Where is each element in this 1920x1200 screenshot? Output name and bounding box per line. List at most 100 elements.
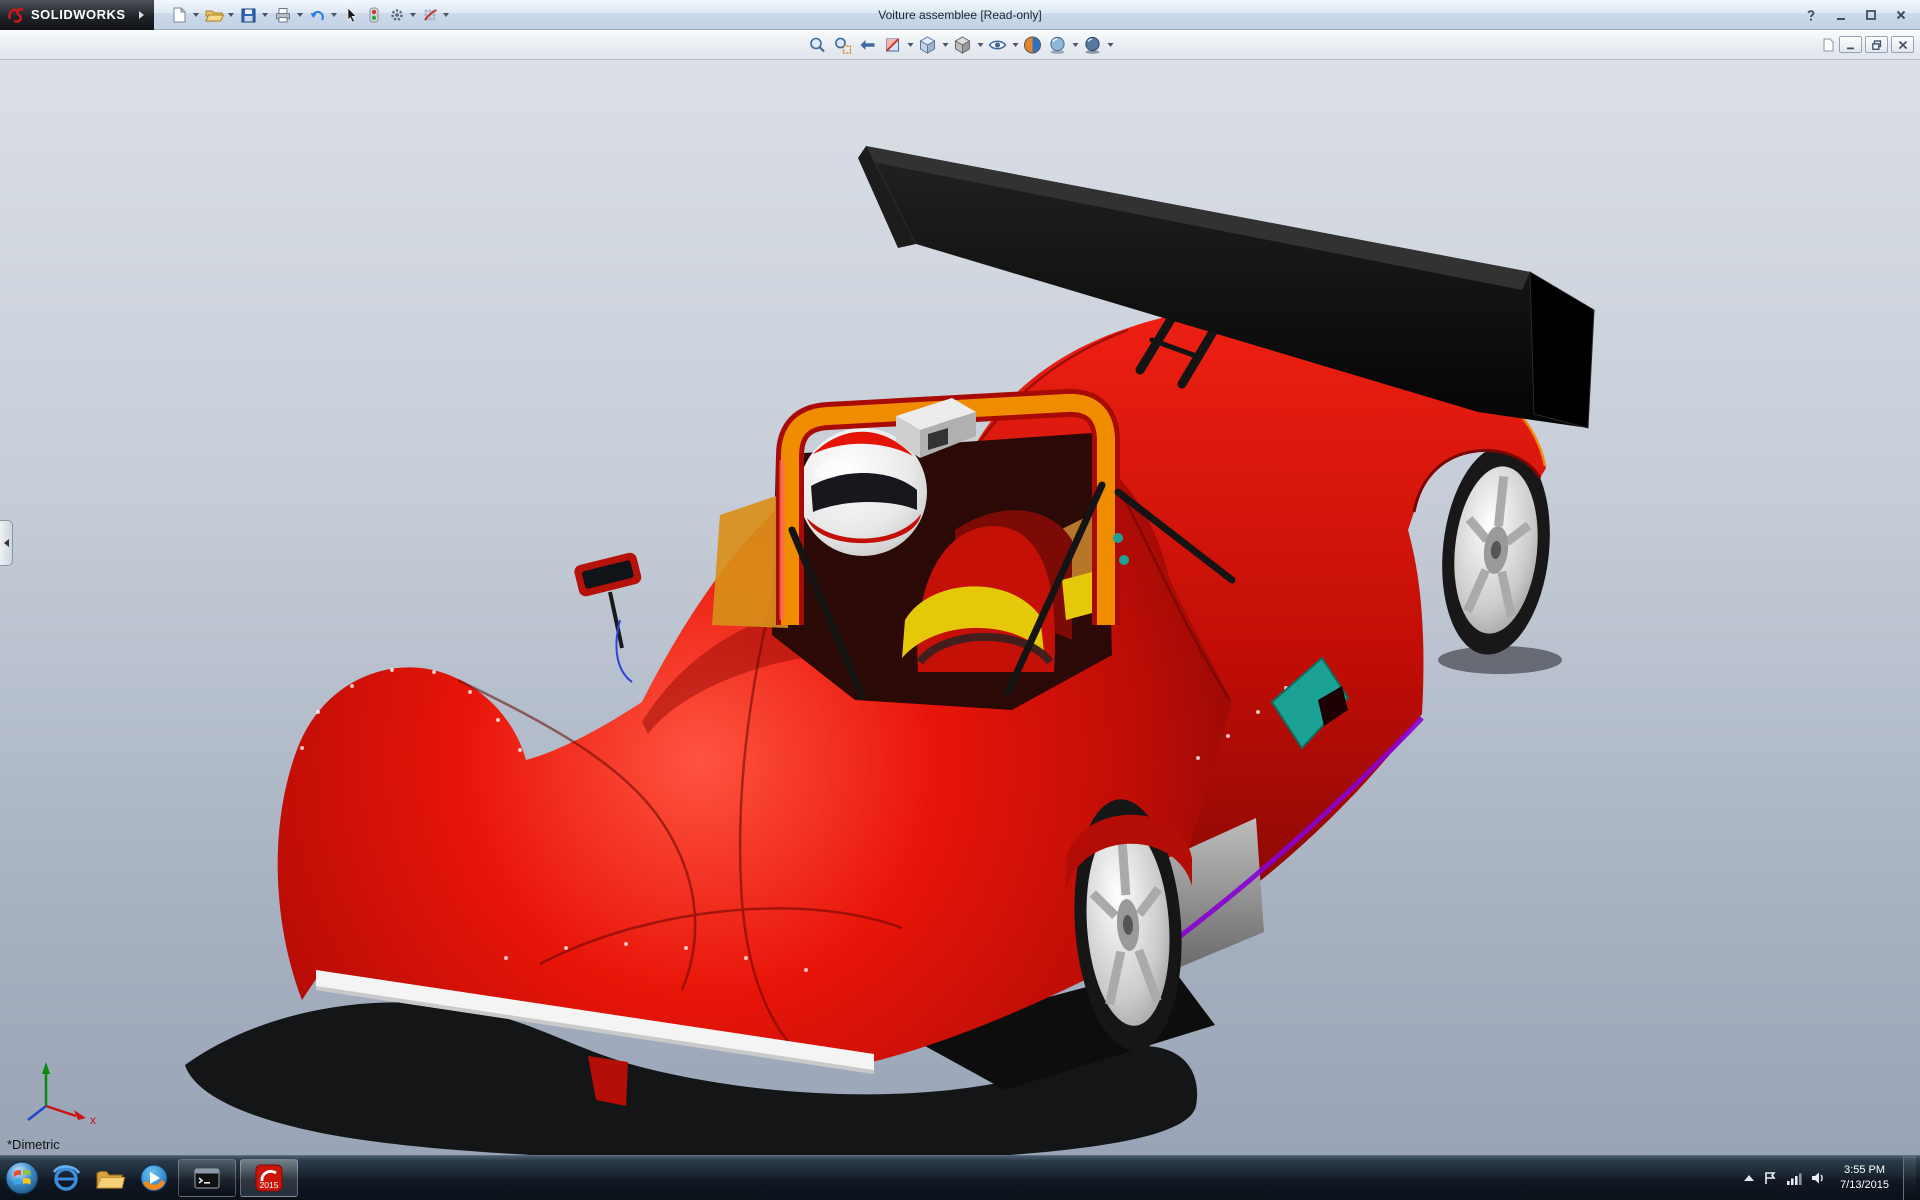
window-title: Voiture assemblee [Read-only] bbox=[878, 8, 1041, 22]
internet-explorer-icon bbox=[50, 1162, 82, 1194]
start-button[interactable] bbox=[0, 1158, 44, 1198]
display-style-button[interactable] bbox=[951, 32, 975, 58]
close-icon bbox=[1894, 8, 1908, 22]
save-dropdown[interactable] bbox=[261, 3, 270, 27]
undo-arrow-icon bbox=[308, 6, 327, 24]
zoom-to-fit-button[interactable] bbox=[806, 32, 830, 58]
new-document-dropdown[interactable] bbox=[192, 3, 201, 27]
taskbar-clock[interactable]: 3:55 PM 7/13/2015 bbox=[1834, 1163, 1895, 1193]
eye-icon bbox=[988, 35, 1008, 55]
view-orientation-button[interactable] bbox=[916, 32, 940, 58]
minimize-button[interactable] bbox=[1828, 5, 1854, 24]
view-orientation-cube-icon bbox=[918, 35, 938, 55]
sketch-grid-icon bbox=[421, 6, 439, 24]
main-toolbar bbox=[168, 3, 451, 27]
sketch-button[interactable] bbox=[419, 3, 441, 27]
new-document-button[interactable] bbox=[168, 3, 191, 27]
minimize-icon bbox=[1834, 8, 1848, 22]
apply-scene-dropdown[interactable] bbox=[1071, 33, 1080, 57]
command-prompt-taskbar-button[interactable] bbox=[178, 1159, 236, 1197]
collapse-arrow-icon bbox=[4, 539, 9, 547]
system-tray: 3:55 PM 7/13/2015 bbox=[1744, 1156, 1920, 1200]
previous-view-button[interactable] bbox=[856, 32, 880, 58]
media-player-icon bbox=[139, 1163, 169, 1193]
document-restore-icon bbox=[1871, 39, 1883, 51]
show-hidden-icons-button[interactable] bbox=[1744, 1175, 1754, 1181]
display-style-cube-icon bbox=[953, 35, 973, 55]
gear-icon bbox=[388, 6, 406, 24]
help-button[interactable] bbox=[1798, 5, 1824, 24]
solidworks-logo-icon bbox=[6, 5, 26, 25]
heads-up-view-toolbar bbox=[806, 32, 1115, 58]
document-restore-button[interactable] bbox=[1865, 36, 1888, 53]
document-window-controls bbox=[1820, 36, 1914, 53]
print-button[interactable] bbox=[271, 3, 295, 27]
document-close-icon bbox=[1897, 39, 1909, 51]
3d-model-scene[interactable]: x bbox=[0, 60, 1920, 1155]
rebuild-traffic-light-icon bbox=[365, 6, 383, 24]
title-bar: SOLIDWORKS bbox=[0, 0, 1920, 30]
rebuild-button[interactable] bbox=[363, 3, 385, 27]
sketch-dropdown[interactable] bbox=[442, 3, 451, 27]
side-mirror[interactable] bbox=[573, 551, 643, 682]
appearance-sphere-icon bbox=[1023, 35, 1043, 55]
options-button[interactable] bbox=[386, 3, 408, 27]
featuremanager-collapse-tab[interactable] bbox=[0, 520, 13, 566]
maximize-button[interactable] bbox=[1858, 5, 1884, 24]
zoom-to-area-icon bbox=[833, 35, 853, 55]
windows-start-orb-icon bbox=[4, 1160, 40, 1196]
section-view-button[interactable] bbox=[881, 32, 905, 58]
document-close-button[interactable] bbox=[1891, 36, 1914, 53]
open-button[interactable] bbox=[202, 3, 226, 27]
print-dropdown[interactable] bbox=[296, 3, 305, 27]
view-settings-dropdown[interactable] bbox=[1106, 33, 1115, 57]
select-cursor-icon bbox=[342, 6, 360, 24]
solidworks-taskbar-icon: 2015 bbox=[254, 1163, 284, 1193]
action-center-flag-icon[interactable] bbox=[1762, 1170, 1778, 1186]
volume-icon[interactable] bbox=[1810, 1170, 1826, 1186]
solidworks-logo[interactable]: SOLIDWORKS bbox=[0, 0, 154, 30]
view-orientation-dropdown[interactable] bbox=[941, 33, 950, 57]
solidworks-logo-text: SOLIDWORKS bbox=[31, 7, 126, 22]
open-folder-icon bbox=[204, 6, 224, 24]
select-button[interactable] bbox=[340, 3, 362, 27]
open-dropdown[interactable] bbox=[227, 3, 236, 27]
view-settings-button[interactable] bbox=[1081, 32, 1105, 58]
show-desktop-button[interactable] bbox=[1903, 1156, 1916, 1200]
document-icon bbox=[1820, 37, 1836, 53]
section-view-dropdown[interactable] bbox=[906, 33, 915, 57]
scene-sphere-icon bbox=[1048, 35, 1068, 55]
clock-time: 3:55 PM bbox=[1844, 1163, 1885, 1178]
media-player-button[interactable] bbox=[132, 1158, 176, 1198]
apply-scene-button[interactable] bbox=[1046, 32, 1070, 58]
zoom-to-area-button[interactable] bbox=[831, 32, 855, 58]
window-controls bbox=[1798, 5, 1914, 24]
options-dropdown[interactable] bbox=[409, 3, 418, 27]
close-button[interactable] bbox=[1888, 5, 1914, 24]
network-icon[interactable] bbox=[1786, 1170, 1802, 1186]
section-view-icon bbox=[883, 35, 903, 55]
maximize-icon bbox=[1864, 8, 1878, 22]
view-settings-sphere-icon bbox=[1083, 35, 1103, 55]
previous-view-icon bbox=[858, 35, 878, 55]
undo-button[interactable] bbox=[306, 3, 329, 27]
orientation-triad: x bbox=[28, 1062, 96, 1127]
windows-taskbar: 2015 3:55 PM 7/13/2015 bbox=[0, 1155, 1920, 1200]
edit-appearance-button[interactable] bbox=[1021, 32, 1045, 58]
save-floppy-icon bbox=[239, 6, 258, 24]
solidworks-taskbar-button[interactable]: 2015 bbox=[240, 1159, 298, 1197]
hide-show-dropdown[interactable] bbox=[1011, 33, 1020, 57]
document-minimize-button[interactable] bbox=[1839, 36, 1862, 53]
menu-expand-arrow-icon[interactable] bbox=[139, 11, 144, 19]
save-button[interactable] bbox=[237, 3, 260, 27]
help-icon bbox=[1804, 8, 1818, 22]
undo-dropdown[interactable] bbox=[330, 3, 339, 27]
internet-explorer-button[interactable] bbox=[44, 1158, 88, 1198]
graphics-viewport[interactable]: x *Dimetric bbox=[0, 60, 1920, 1155]
document-minimize-icon bbox=[1845, 39, 1857, 51]
display-style-dropdown[interactable] bbox=[976, 33, 985, 57]
new-document-icon bbox=[170, 6, 189, 24]
solidworks-version-badge: 2015 bbox=[260, 1180, 279, 1190]
file-explorer-button[interactable] bbox=[88, 1158, 132, 1198]
hide-show-items-button[interactable] bbox=[986, 32, 1010, 58]
